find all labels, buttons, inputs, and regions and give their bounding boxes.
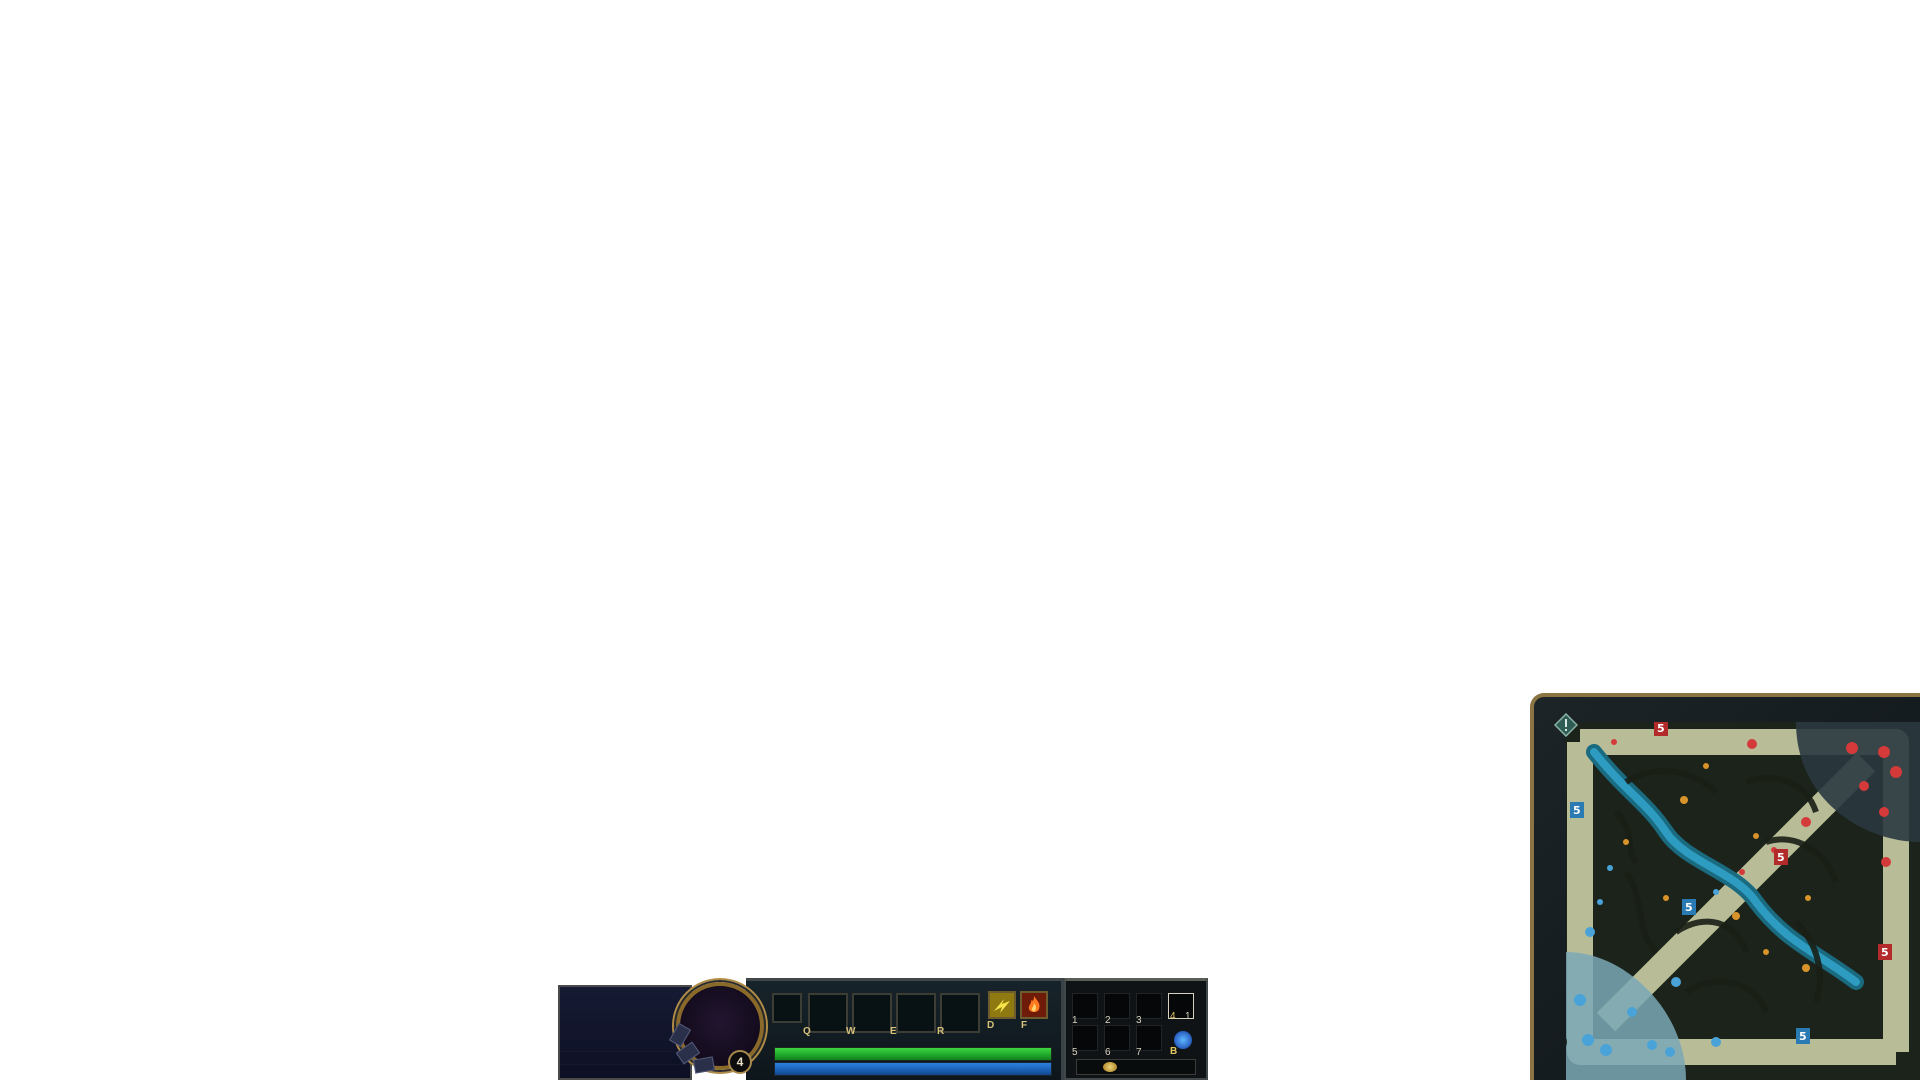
health-bar xyxy=(774,1047,1052,1061)
trinket-label: 4 xyxy=(1170,1011,1176,1022)
summoner-f-slot[interactable] xyxy=(1020,991,1048,1019)
summoner-d-slot[interactable] xyxy=(988,991,1016,1019)
flash-icon xyxy=(990,993,1014,1017)
summoner-d-key: D xyxy=(987,1020,995,1031)
ability-r-slot[interactable] xyxy=(940,993,980,1033)
red-tower-label: 5 xyxy=(1657,722,1665,735)
item-panel: 1 2 3 4 1 5 6 7 B xyxy=(1064,978,1208,1080)
ping-icon[interactable] xyxy=(1553,712,1579,738)
blue-tower-label: 5 xyxy=(1685,901,1693,914)
item-slot-7-label: 7 xyxy=(1136,1047,1142,1058)
passive-slot[interactable] xyxy=(772,993,802,1023)
ability-e-slot[interactable] xyxy=(896,993,936,1033)
red-tower-label: 5 xyxy=(1881,946,1889,959)
ability-w-key: W xyxy=(846,1026,856,1037)
item-slot-5-label: 5 xyxy=(1072,1047,1078,1058)
gold-display[interactable] xyxy=(1076,1059,1196,1075)
health-fill xyxy=(775,1048,1051,1060)
summoner-f-key: F xyxy=(1021,1020,1028,1031)
blue-tower-label: 5 xyxy=(1573,804,1581,817)
ignite-icon xyxy=(1022,993,1046,1017)
ability-q-slot[interactable] xyxy=(808,993,848,1033)
ability-bar: Q W E R D F xyxy=(746,978,1064,1080)
recall-key: B xyxy=(1170,1046,1178,1057)
gold-coins-icon xyxy=(1103,1062,1117,1072)
ability-e-key: E xyxy=(890,1026,897,1037)
mana-bar xyxy=(774,1062,1052,1076)
minimap[interactable]: 5 5 5 5 5 5 xyxy=(1566,722,1920,1080)
ability-w-slot[interactable] xyxy=(852,993,892,1033)
item-slot-6-label: 6 xyxy=(1105,1047,1111,1058)
mana-fill xyxy=(775,1063,1051,1075)
trinket-charges: 1 xyxy=(1185,1011,1191,1022)
red-tower-label: 5 xyxy=(1777,851,1785,864)
blue-tower-label: 5 xyxy=(1799,1030,1807,1043)
minimap-canvas: 5 5 5 5 5 5 xyxy=(1566,722,1920,1080)
level-badge: 4 xyxy=(728,1050,752,1074)
ability-r-key: R xyxy=(937,1026,945,1037)
ability-q-key: Q xyxy=(803,1026,811,1037)
